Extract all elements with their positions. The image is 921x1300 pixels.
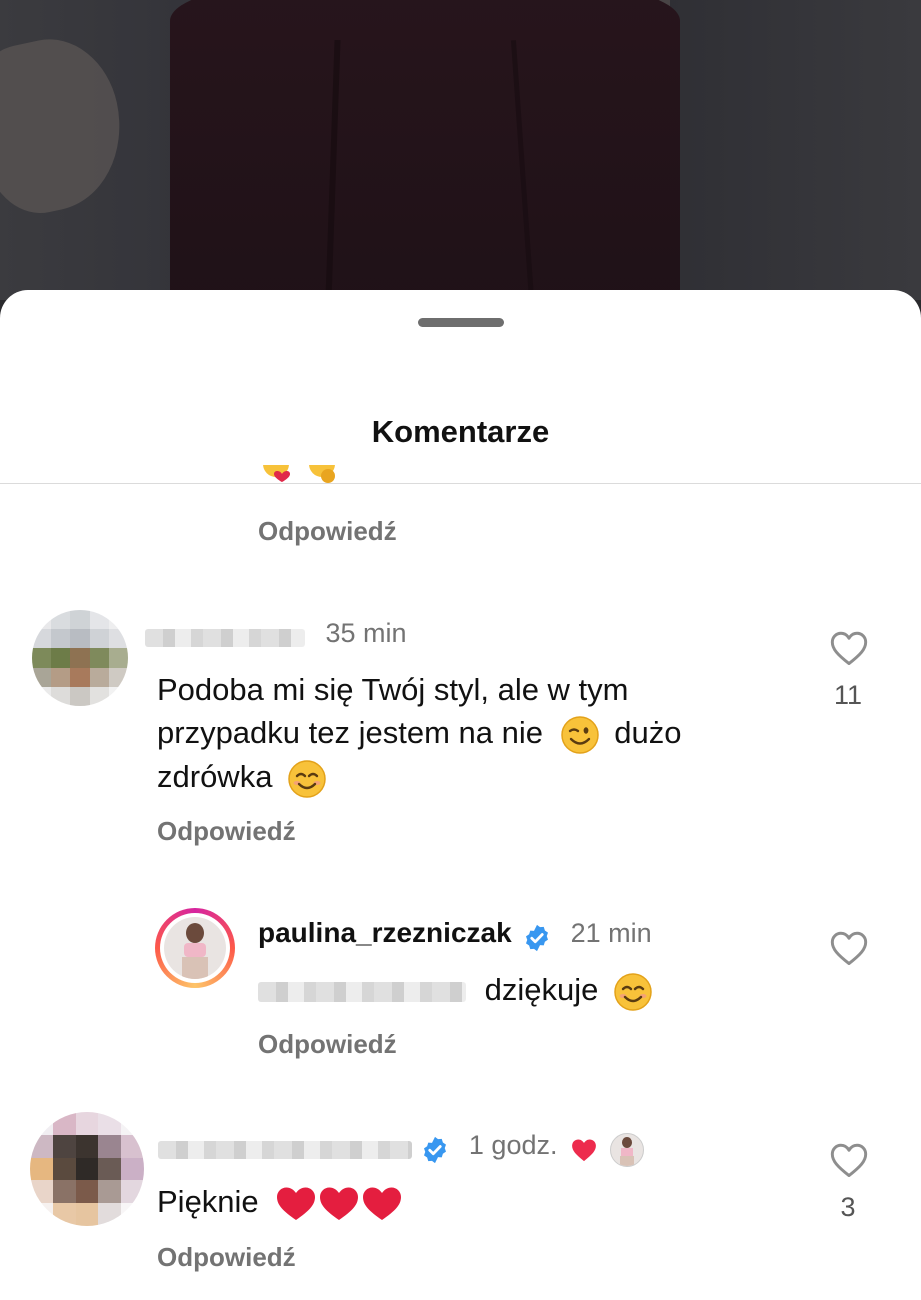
smile-emoji-icon [288,759,326,798]
verified-badge-icon [526,924,549,951]
like-count: 3 [840,1192,856,1222]
comments-sheet: Komentarze Odpowiedź 35 min Podoba mi si… [0,290,921,1300]
avatar[interactable] [155,908,235,988]
wink-emoji-icon [560,716,599,754]
like-count: 11 [833,680,863,710]
sheet-title: Komentarze [371,414,550,449]
comment-time: 1 godz. [468,1130,558,1160]
reply-button[interactable]: Odpowiedź [157,1240,296,1274]
reply-button[interactable]: Odpowiedź [258,514,397,548]
author-liked-avatar [610,1132,645,1167]
red-heart-icon [572,1139,596,1161]
profile-photo [164,917,226,979]
photo-arm [0,27,137,223]
comment-text: dziękuje [258,968,653,1012]
username-blurred[interactable] [145,628,305,647]
reply-button[interactable]: Odpowiedź [258,1027,397,1061]
header-divider [0,483,921,484]
heart-outline-icon[interactable] [829,930,869,966]
comment-time: 35 min [325,618,407,648]
avatar[interactable] [32,610,128,706]
comment-text: Pięknie [157,1180,405,1224]
clipped-emoji-row [262,465,342,495]
heart-outline-icon[interactable] [829,630,869,666]
smile-emoji-icon [614,973,652,1011]
drag-handle[interactable] [418,318,504,327]
reply-button[interactable]: Odpowiedź [157,814,296,848]
username[interactable]: paulina_rzezniczak [258,917,512,948]
heart-outline-icon[interactable] [829,1142,869,1178]
verified-badge-icon [424,1136,447,1163]
photo-dress [170,0,680,300]
red-heart-icon [277,1187,402,1220]
avatar[interactable] [30,1112,144,1226]
comment-header: paulina_rzezniczak 21 min [258,916,652,951]
clipped-emoji-icon [263,465,335,483]
comment-header: 35 min [145,616,407,650]
comment-header: 1 godz. [158,1128,645,1167]
comment-text: Podoba mi się Twój styl, ale w tym przyp… [157,668,777,799]
post-photo [0,0,921,300]
comment-time: 21 min [570,918,652,948]
mention-blurred[interactable] [258,981,466,1002]
username-blurred[interactable] [158,1140,412,1159]
